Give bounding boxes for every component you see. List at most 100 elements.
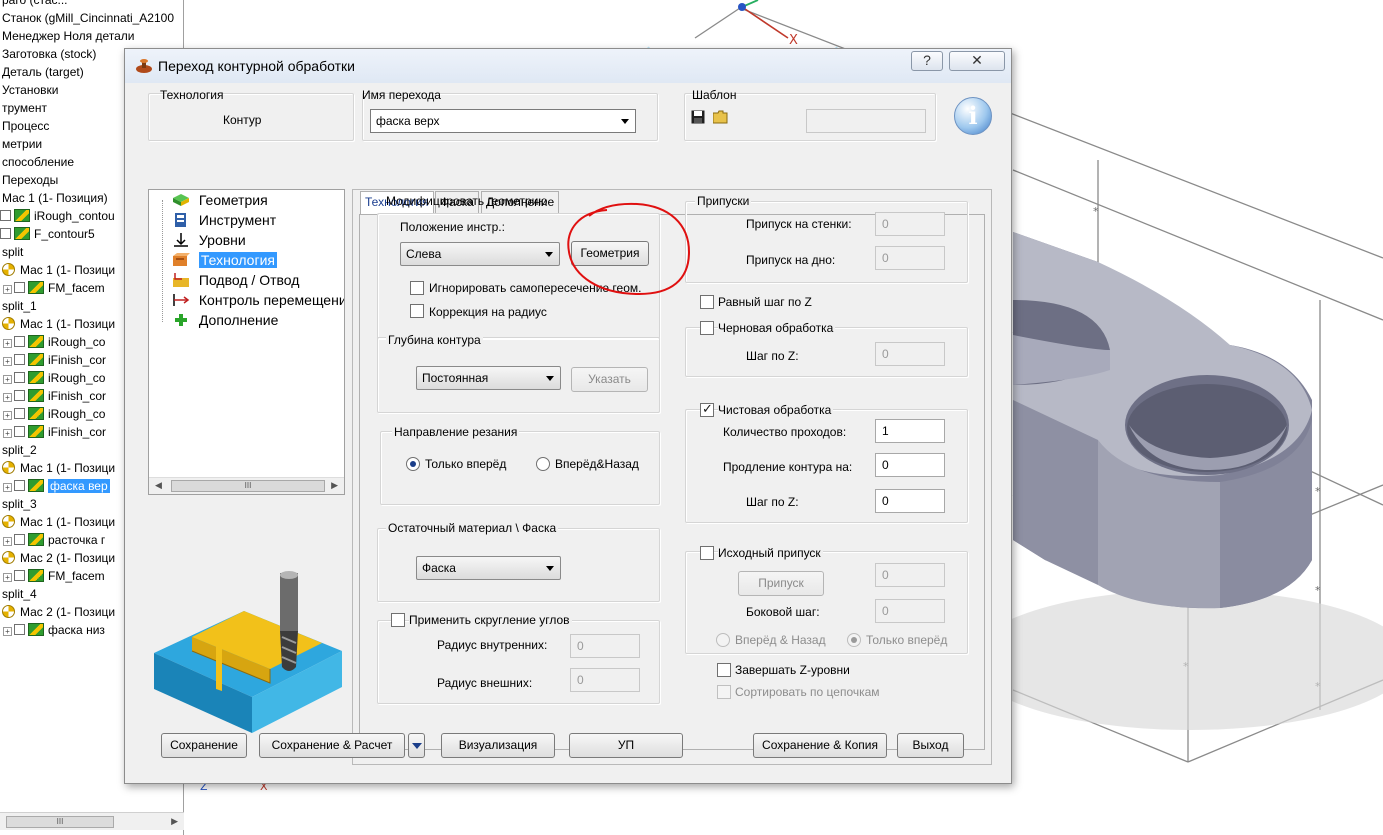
expand-icon[interactable]: + [3,537,12,546]
geometry-button[interactable]: Геометрия [571,241,649,266]
tree-checkbox[interactable] [14,390,25,401]
tree-row[interactable]: трумент [2,99,47,117]
residual-select[interactable]: Фаска [416,556,561,580]
expand-icon[interactable]: + [3,393,12,402]
tree-row[interactable]: способление [2,153,74,171]
tree-row[interactable]: + расточка г [3,531,105,549]
tree-row[interactable]: split [2,243,23,261]
tree-row[interactable]: + FM_facem [3,567,105,585]
tree-checkbox[interactable] [14,336,25,347]
tree-row[interactable]: Мас 1 (1- Позици [2,513,115,531]
forward-only-radio[interactable] [406,457,420,471]
tree-row[interactable]: + iRough_co [3,405,105,423]
op-tree-item-motion-control[interactable]: Контроль перемещений [172,290,344,310]
tree-horizontal-scrollbar[interactable]: III ▶ [0,812,184,830]
radius-correction-checkbox[interactable] [410,304,424,318]
tree-row[interactable]: Мас 1 (1- Позици [2,261,115,279]
expand-icon[interactable]: + [3,339,12,348]
tree-row[interactable]: + FM_facem [3,279,105,297]
tree-row[interactable]: + iFinish_cor [3,423,106,441]
op-tree-item-levels[interactable]: Уровни [172,230,246,250]
tree-checkbox[interactable] [14,372,25,383]
op-tree-item-approach[interactable]: Подвод / Отвод [172,270,299,290]
initial-forward-backward-radio[interactable] [716,633,730,647]
sort-by-chains-checkbox[interactable] [717,685,731,699]
save-copy-button[interactable]: Сохранение & Копия [753,733,887,758]
tree-row[interactable]: F_contour5 [0,225,95,243]
expand-icon[interactable]: + [3,429,12,438]
tree-checkbox[interactable] [14,480,25,491]
tree-row[interactable]: Мас 1 (1- Позици [2,315,115,333]
op-tree-scrollbar[interactable]: ◀ III ▶ [149,477,344,494]
expand-icon[interactable]: + [3,483,12,492]
expand-icon[interactable]: + [3,411,12,420]
save-button[interactable]: Сохранение [161,733,247,758]
tree-checkbox[interactable] [0,228,11,239]
tree-checkbox[interactable] [14,570,25,581]
save-calc-button[interactable]: Сохранение & Расчет [259,733,405,758]
expand-icon[interactable]: + [3,573,12,582]
tree-row[interactable]: + iFinish_cor [3,387,106,405]
scroll-left-arrow-icon[interactable]: ◀ [155,480,162,491]
allowance-button[interactable]: Припуск [738,571,824,596]
roughing-checkbox[interactable] [700,321,714,335]
tree-checkbox[interactable] [14,624,25,635]
tool-position-select[interactable]: Слева [400,242,560,266]
forward-backward-radio[interactable] [536,457,550,471]
tree-row[interactable]: + фаска вер [3,477,110,495]
extension-field[interactable]: 0 [875,453,945,477]
scroll-right-arrow-icon[interactable]: ▶ [331,480,338,491]
equal-z-step-checkbox[interactable] [700,295,714,309]
tree-row[interactable]: Процесс [2,117,49,135]
tree-row[interactable]: split_3 [2,495,37,513]
finishing-z-step-field[interactable]: 0 [875,489,945,513]
expand-icon[interactable]: + [3,357,12,366]
save-icon[interactable] [691,110,705,124]
tree-row[interactable]: раго (стас... [2,0,68,9]
tree-row[interactable]: Мас 2 (1- Позици [2,603,115,621]
tree-row[interactable]: Мас 1 (1- Позици [2,459,115,477]
exit-button[interactable]: Выход [897,733,964,758]
ignore-self-intersection-checkbox[interactable] [410,281,424,295]
corner-rounding-checkbox[interactable] [391,613,405,627]
finish-z-levels-checkbox[interactable] [717,663,731,677]
inner-radius-field[interactable]: 0 [570,634,640,658]
specify-button[interactable]: Указать [571,367,648,392]
tree-checkbox[interactable] [0,210,11,221]
initial-forward-only-radio[interactable] [847,633,861,647]
tree-row[interactable]: Менеджер Ноля детали [2,27,134,45]
op-tree-item-geometry[interactable]: Геометрия [172,190,268,210]
tree-checkbox[interactable] [14,354,25,365]
tree-row[interactable]: Станок (gMill_Cincinnati_A2100 [2,9,174,27]
info-button[interactable]: i [954,97,992,135]
tree-checkbox[interactable] [14,426,25,437]
tree-checkbox[interactable] [14,408,25,419]
tree-row[interactable]: Заготовка (stock) [2,45,96,63]
visualize-button[interactable]: Визуализация [441,733,555,758]
tree-checkbox[interactable] [14,534,25,545]
op-tree-item-tool[interactable]: Инструмент [172,210,276,230]
tree-scroll-thumb[interactable]: III [6,816,114,828]
tree-row[interactable]: Деталь (target) [2,63,84,81]
tree-row[interactable]: split_1 [2,297,37,315]
tree-row[interactable]: + iRough_co [3,369,105,387]
finishing-checkbox[interactable] [700,401,714,417]
tree-row[interactable]: + iFinish_cor [3,351,106,369]
dialog-titlebar[interactable]: Переход контурной обработки ? ✕ [125,49,1011,83]
op-tree-scroll-thumb[interactable]: III [171,480,325,492]
initial-allowance-checkbox[interactable] [700,546,714,560]
save-calc-dropdown-button[interactable] [408,733,425,758]
tree-row[interactable]: + iRough_co [3,333,105,351]
tree-row[interactable]: метрии [2,135,42,153]
floor-allowance-field[interactable]: 0 [875,246,945,270]
op-tree-item-technology[interactable]: Технология [172,250,277,270]
wall-allowance-field[interactable]: 0 [875,212,945,236]
roughing-z-step-field[interactable]: 0 [875,342,945,366]
nc-program-button[interactable]: УП [569,733,683,758]
initial-allowance-field[interactable]: 0 [875,563,945,587]
side-step-field[interactable]: 0 [875,599,945,623]
tree-row[interactable]: split_2 [2,441,37,459]
outer-radius-field[interactable]: 0 [570,668,640,692]
operation-parameters-tree[interactable]: Геометрия Инструмент Уровни Технология П… [148,189,345,495]
tree-row[interactable]: Мас 1 (1- Позиция) [2,189,108,207]
